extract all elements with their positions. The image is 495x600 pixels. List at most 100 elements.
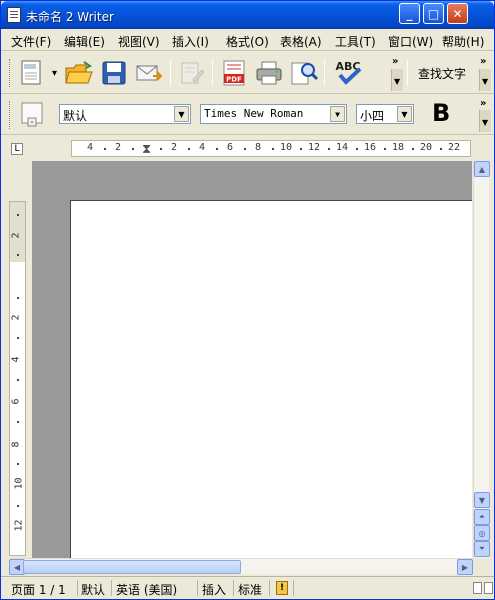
chevron-down-icon[interactable]: ▼ — [397, 106, 412, 122]
maximize-button[interactable]: □ — [423, 3, 444, 24]
edit-file-icon[interactable] — [177, 58, 207, 88]
horizontal-scroll-thumb[interactable] — [23, 560, 241, 574]
styles-icon[interactable] — [17, 99, 47, 129]
format-overflow-chevron[interactable]: » — [480, 98, 486, 109]
chevron-down-icon: ▼ — [482, 77, 489, 86]
find-text-label[interactable]: 查找文字 — [418, 65, 466, 82]
ruler-tick-label: 4 — [199, 142, 206, 153]
document-modified-icon[interactable]: ! — [276, 581, 288, 595]
chevron-down-icon[interactable]: ▼ — [174, 106, 189, 122]
new-dropdown-arrow[interactable]: ▾ — [52, 68, 57, 79]
status-page[interactable]: 页面 1 / 1 — [11, 581, 66, 598]
menu-help[interactable]: 帮助(H) — [442, 33, 484, 50]
menu-tools[interactable]: 工具(T) — [335, 33, 376, 50]
menu-view[interactable]: 视图(V) — [118, 33, 160, 50]
vertical-ruler[interactable]: 2 2 4 6 8 10 12 — [9, 201, 26, 556]
menu-file[interactable]: 文件(F) — [11, 33, 51, 50]
close-button[interactable]: ✕ — [447, 3, 468, 24]
minimize-button[interactable]: _ — [399, 3, 420, 24]
toolbar-grip[interactable] — [9, 59, 12, 87]
ruler-tick-label: 12 — [13, 519, 25, 532]
navigator-button[interactable]: ◎ — [474, 525, 490, 541]
scroll-right-button[interactable]: ▶ — [457, 559, 473, 575]
save-disk-icon[interactable] — [99, 58, 129, 88]
status-style[interactable]: 默认 — [81, 581, 105, 598]
spellcheck-icon[interactable]: ABC — [333, 57, 363, 87]
menu-edit[interactable]: 编辑(E) — [64, 33, 105, 50]
font-name-select[interactable]: Times New Roman ▼ — [200, 104, 347, 124]
standard-toolbar: ▾ PDF ABC » ▼ 查找文字 » ▼ — [1, 52, 494, 94]
scroll-down-button[interactable]: ▼ — [474, 492, 490, 508]
paragraph-style-select[interactable]: 默认 ▼ — [59, 104, 191, 124]
scroll-up-button[interactable]: ▲ — [474, 161, 490, 177]
status-separator — [293, 580, 294, 596]
status-separator — [197, 580, 198, 596]
bold-button[interactable]: B — [432, 99, 450, 127]
format-dropdown[interactable]: ▼ — [479, 110, 491, 132]
toolbar-grip[interactable] — [9, 101, 12, 129]
status-separator — [233, 580, 234, 596]
ruler-tick-label: 4 — [87, 142, 94, 153]
ruler-tick-label: 8 — [10, 441, 22, 448]
ruler-dot — [272, 148, 274, 150]
find-dropdown[interactable]: ▼ — [479, 69, 491, 91]
horizontal-ruler[interactable]: 4 2 ⧗ 2 4 6 8 10 12 14 16 18 20 22 — [71, 140, 471, 157]
tab-stop-selector[interactable]: L — [11, 143, 23, 155]
menu-insert[interactable]: 插入(I) — [172, 33, 209, 50]
window-title: 未命名 2 Writer — [26, 10, 114, 24]
ruler-tick-label: 2 — [115, 142, 122, 153]
toolbar-separator — [407, 60, 408, 86]
page-preview-icon[interactable] — [289, 58, 319, 88]
ruler-tick-label: 10 — [280, 142, 293, 153]
ruler-tick-label: 6 — [227, 142, 234, 153]
open-folder-icon[interactable] — [64, 58, 94, 88]
next-page-button[interactable]: ⏷ — [474, 541, 490, 557]
ruler-tick-label: 16 — [364, 142, 377, 153]
ruler-tick-label: 4 — [10, 356, 22, 363]
status-separator — [111, 580, 112, 596]
ruler-dot — [160, 148, 162, 150]
font-name-value: Times New Roman — [204, 107, 304, 120]
email-icon[interactable] — [134, 58, 164, 88]
horizontal-scrollbar[interactable]: ◀ ▶ — [9, 558, 473, 575]
indent-marker[interactable]: ⧗ — [142, 142, 151, 157]
page-view-icon[interactable] — [473, 582, 482, 594]
vertical-scrollbar[interactable]: ▲ ▼ ⏶ ◎ ⏷ — [473, 161, 490, 558]
ruler-tick-label: 14 — [336, 142, 349, 153]
status-language[interactable]: 英语 (美国) — [116, 581, 177, 598]
ruler-dot — [300, 148, 302, 150]
menu-table[interactable]: 表格(A) — [280, 33, 322, 50]
toolbar-separator — [170, 60, 171, 86]
status-insert-mode[interactable]: 插入 — [202, 581, 226, 598]
writer-app-icon — [7, 7, 21, 23]
title-bar[interactable]: 未命名 2 Writer _ □ ✕ — [1, 1, 494, 29]
find-overflow-chevron[interactable]: » — [480, 56, 486, 67]
status-separator — [269, 580, 270, 596]
status-selection-mode[interactable]: 标准 — [238, 581, 262, 598]
chevron-down-icon[interactable]: ▼ — [330, 106, 345, 122]
ruler-dot — [440, 148, 442, 150]
ruler-dot — [412, 148, 414, 150]
ruler-dot — [17, 297, 19, 299]
menu-window[interactable]: 窗口(W) — [388, 33, 433, 50]
new-document-icon[interactable] — [17, 58, 47, 88]
toolbar-overflow-chevron[interactable]: » — [392, 56, 398, 67]
menu-format[interactable]: 格式(O) — [226, 33, 269, 50]
ruler-tick-label: 8 — [255, 142, 262, 153]
book-view-icon[interactable] — [484, 582, 493, 594]
toolbar-dropdown[interactable]: ▼ — [391, 69, 403, 91]
font-size-select[interactable]: 小四 ▼ — [356, 104, 414, 124]
ruler-dot — [188, 148, 190, 150]
ruler-tick-label: 2 — [10, 314, 22, 321]
document-page[interactable] — [70, 200, 472, 558]
chevron-down-icon: ▼ — [482, 118, 489, 127]
ruler-dot — [384, 148, 386, 150]
printer-icon[interactable] — [254, 58, 284, 88]
ruler-dot — [356, 148, 358, 150]
menu-bar: 文件(F) 编辑(E) 视图(V) 插入(I) 格式(O) 表格(A) 工具(T… — [1, 29, 494, 51]
ruler-dot — [104, 148, 106, 150]
export-pdf-icon[interactable]: PDF — [219, 58, 249, 88]
previous-page-button[interactable]: ⏶ — [474, 509, 490, 525]
ruler-dot — [17, 505, 19, 507]
paragraph-style-value: 默认 — [63, 109, 88, 123]
